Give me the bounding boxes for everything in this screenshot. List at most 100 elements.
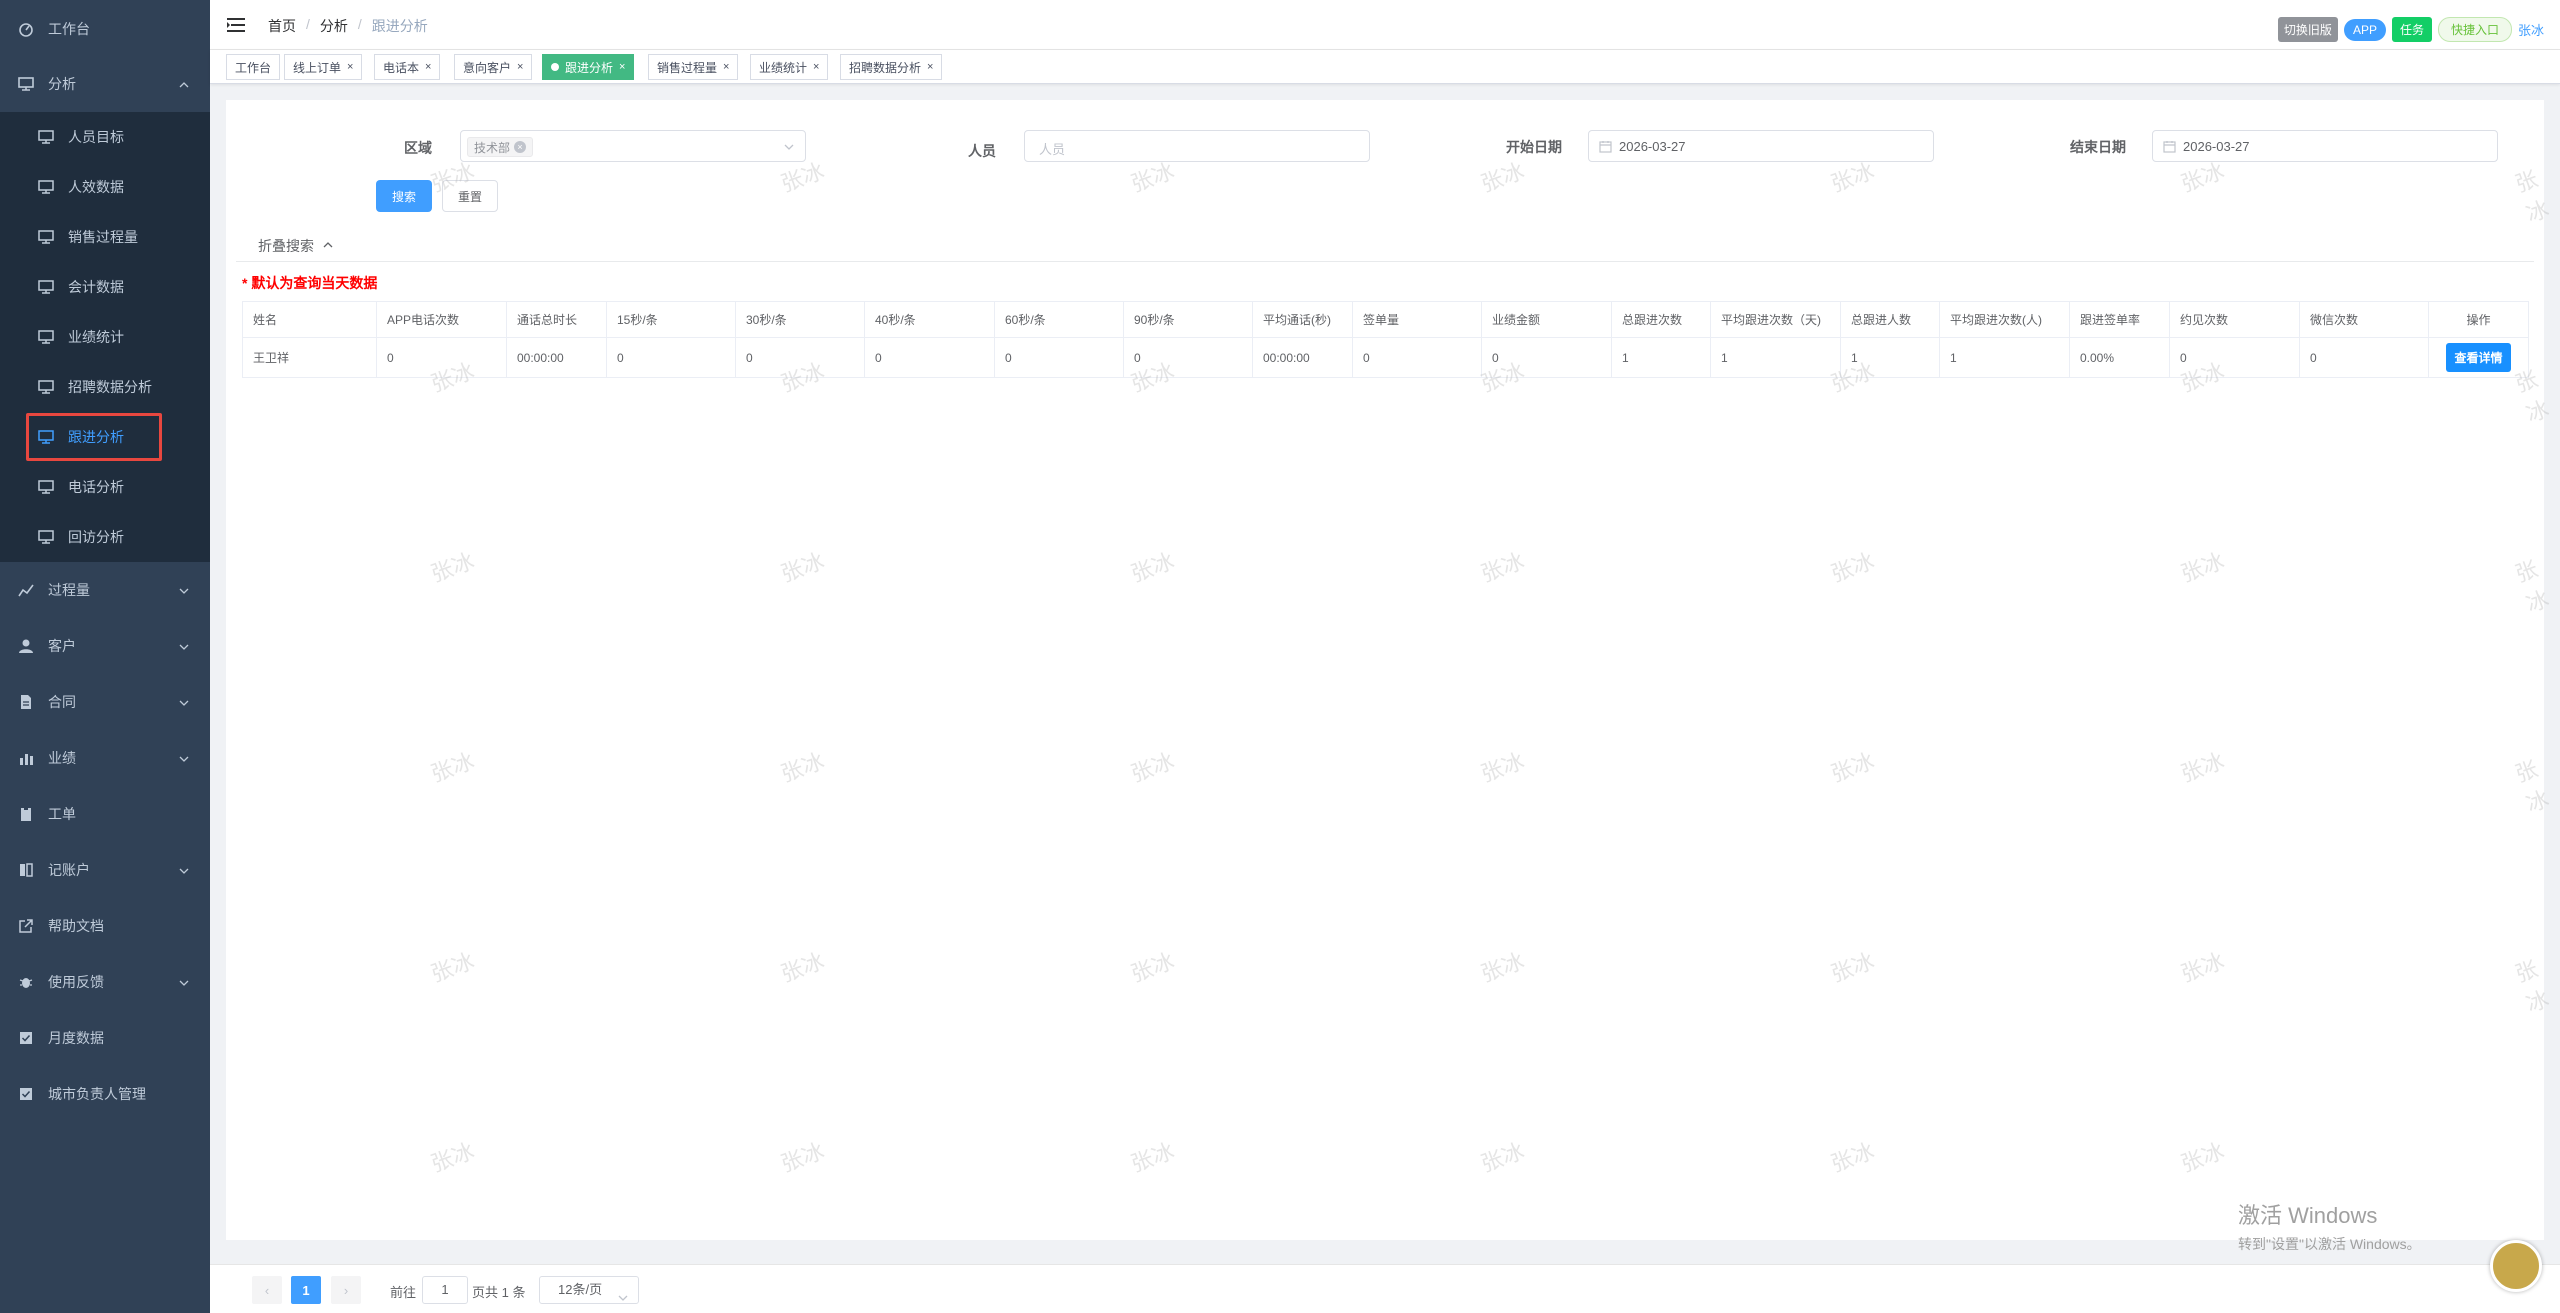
column-header: 30秒/条 [735, 301, 865, 338]
page-size-select[interactable]: 12条/页 [539, 1276, 639, 1304]
region-label: 区域 [404, 140, 432, 156]
sidebar-subitem-accounting[interactable]: 会计数据 [0, 262, 210, 312]
sidebar-item-label: 业绩 [48, 750, 76, 766]
sidebar-item-label: 分析 [48, 76, 76, 92]
tag-online-orders[interactable]: 线上订单 × [284, 54, 363, 80]
windows-activation-notice: 激活 Windows 转到"设置"以激活 Windows。 [2238, 1198, 2421, 1254]
tag-label: 销售过程量 [657, 60, 718, 75]
search-button[interactable]: 搜索 [376, 180, 432, 212]
bar-chart-icon [18, 750, 34, 766]
task-button[interactable]: 任务 [2391, 17, 2432, 42]
sidebar-item-performance[interactable]: 业绩 [0, 733, 210, 783]
assistant-mascot-icon[interactable] [2490, 1240, 2542, 1292]
sidebar-subitem-efficiency[interactable]: 人效数据 [0, 162, 210, 212]
tag-label: 跟进分析 [565, 60, 614, 75]
calendar-icon [1599, 140, 1612, 153]
user-name[interactable]: 张冰 [2518, 20, 2544, 39]
sidebar-subitem-staff-target[interactable]: 人员目标 [0, 112, 210, 162]
next-page-button[interactable]: › [331, 1276, 361, 1304]
close-icon[interactable]: × [927, 61, 933, 73]
active-dot-icon [551, 63, 559, 71]
followup-table: 姓名 APP电话次数 通话总时长 15秒/条 30秒/条 40秒/条 60秒/条… [242, 301, 2529, 378]
sidebar-item-workorder[interactable]: 工单 [0, 789, 210, 839]
sidebar-item-monthly[interactable]: 月度数据 [0, 1013, 210, 1063]
quick-entry-button[interactable]: 快捷入口 [2437, 17, 2512, 42]
app-button[interactable]: APP [2343, 18, 2386, 41]
collapse-search-toggle[interactable]: 折叠搜索 [258, 236, 334, 256]
tag-intent-customers[interactable]: 意向客户 × [454, 54, 533, 80]
close-icon[interactable]: × [813, 61, 819, 73]
monitor-icon [38, 529, 54, 545]
sidebar-item-label: 合同 [48, 694, 76, 710]
sidebar-item-contract[interactable]: 合同 [0, 677, 210, 727]
page-number-current[interactable]: 1 [291, 1276, 321, 1304]
close-icon[interactable]: × [425, 61, 431, 73]
chevron-down-icon [178, 696, 190, 708]
chevron-down-icon [178, 640, 190, 652]
close-icon[interactable]: × [347, 61, 353, 73]
sidebar-item-process[interactable]: 过程量 [0, 565, 210, 615]
view-details-button[interactable]: 查看详情 [2446, 343, 2511, 372]
reset-button[interactable]: 重置 [442, 180, 498, 212]
tag-phonebook[interactable]: 电话本 × [374, 54, 441, 80]
tag-label: 工作台 [235, 60, 272, 75]
sidebar-item-label: 过程量 [48, 582, 90, 598]
tag-label: 线上订单 [293, 60, 342, 75]
tag-label: 招聘数据分析 [849, 60, 922, 75]
activation-title: 激活 Windows [2238, 1203, 2378, 1228]
table-header-row: 姓名 APP电话次数 通话总时长 15秒/条 30秒/条 40秒/条 60秒/条… [242, 301, 2529, 338]
person-input[interactable]: 人员 [1024, 130, 1370, 162]
sidebar-item-help[interactable]: 帮助文档 [0, 901, 210, 951]
region-select[interactable]: 技术部 × [460, 130, 806, 162]
tag-performance[interactable]: 业绩统计 × [750, 54, 829, 80]
sidebar-subitem-revisit[interactable]: 回访分析 [0, 512, 210, 562]
sidebar-subitem-recruitment[interactable]: 招聘数据分析 [0, 362, 210, 412]
sidebar-item-label: 工单 [48, 806, 76, 822]
start-date-value: 2026-03-27 [1619, 139, 1686, 154]
sidebar-subitem-phone[interactable]: 电话分析 [0, 462, 210, 512]
sidebar-item-label: 记账户 [48, 862, 90, 878]
person-label: 人员 [968, 143, 996, 159]
goto-label: 前往 [390, 1285, 417, 1300]
sidebar-item-analysis[interactable]: 分析 [0, 59, 210, 109]
column-header: 约见次数 [2169, 301, 2300, 338]
sidebar-subitem-label: 会计数据 [68, 279, 124, 295]
sidebar-subitem-label: 业绩统计 [68, 329, 124, 345]
table-cell: 0 [1481, 337, 1612, 378]
start-date-picker[interactable]: 2026-03-27 [1588, 130, 1934, 162]
sidebar-subitem-label: 人员目标 [68, 129, 124, 145]
clear-icon[interactable]: × [514, 141, 527, 153]
end-date-picker[interactable]: 2026-03-27 [2152, 130, 2498, 162]
region-chip: 技术部 × [467, 137, 534, 157]
breadcrumb-home[interactable]: 首页 [268, 16, 296, 36]
breadcrumb-current: 跟进分析 [371, 18, 428, 34]
goto-page-input[interactable]: 1 [422, 1276, 468, 1304]
tag-dashboard[interactable]: 工作台 [226, 54, 281, 80]
sidebar-item-feedback[interactable]: 使用反馈 [0, 957, 210, 1007]
table-cell: 0 [2169, 337, 2300, 378]
sidebar-subitem-sales-process[interactable]: 销售过程量 [0, 212, 210, 262]
sidebar-item-customer[interactable]: 客户 [0, 621, 210, 671]
tag-followup-analysis[interactable]: 跟进分析 × [542, 54, 635, 80]
breadcrumb-analysis[interactable]: 分析 [320, 16, 348, 36]
close-icon[interactable]: × [723, 61, 729, 73]
main-content: 区域 技术部 × 人员 人员 开始日期 2026-03-27 结束日期 2026-… [226, 100, 2544, 1240]
tag-sales-process[interactable]: 销售过程量 × [648, 54, 739, 80]
close-icon[interactable]: × [517, 61, 523, 73]
sidebar-item-ledger[interactable]: 记账户 [0, 845, 210, 895]
document-icon [18, 694, 34, 710]
switch-old-version-button[interactable]: 切换旧版 [2277, 17, 2338, 42]
sidebar-item-dashboard[interactable]: 工作台 [0, 4, 210, 54]
tag-recruitment[interactable]: 招聘数据分析 × [840, 54, 943, 80]
sidebar-subitem-performance[interactable]: 业绩统计 [0, 312, 210, 362]
tag-label: 电话本 [383, 60, 420, 75]
default-query-note: * 默认为查询当天数据 [242, 275, 378, 291]
table-cell: 王卫祥 [242, 337, 377, 378]
close-icon[interactable]: × [619, 61, 625, 73]
start-date-label: 开始日期 [1506, 139, 1562, 155]
hamburger-icon[interactable] [226, 16, 246, 34]
prev-page-button[interactable]: ‹ [252, 1276, 282, 1304]
sidebar-item-city-manager[interactable]: 城市负责人管理 [0, 1069, 210, 1119]
sidebar-item-label: 帮助文档 [48, 918, 104, 934]
column-header: 平均跟进次数（天) [1710, 301, 1841, 338]
